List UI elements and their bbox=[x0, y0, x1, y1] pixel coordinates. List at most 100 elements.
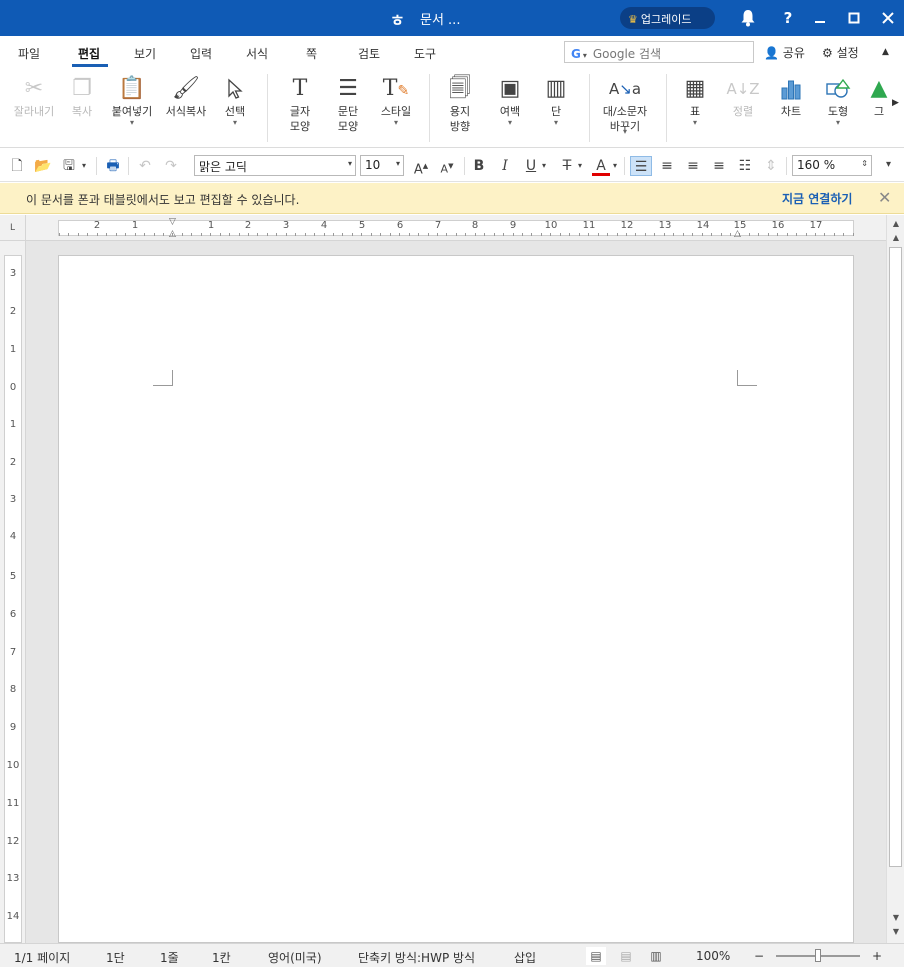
save-dropdown-icon[interactable]: ▾ bbox=[82, 161, 86, 170]
upgrade-button[interactable]: ♛ 업그레이드 bbox=[620, 7, 715, 29]
select-button[interactable]: 선택 ▾ bbox=[214, 74, 256, 127]
zoom-in-button[interactable]: + bbox=[872, 949, 882, 963]
menu-file[interactable]: 파일 bbox=[18, 45, 40, 62]
sort-button[interactable]: A↓Z 정렬 bbox=[724, 74, 762, 119]
right-indent-marker[interactable]: △ bbox=[734, 229, 741, 239]
ruler-label: 13 bbox=[6, 873, 20, 884]
scroll-down-icon[interactable]: ▼ bbox=[887, 913, 904, 922]
scrollbar-thumb[interactable] bbox=[889, 247, 902, 867]
font-name-select[interactable]: 맑은 고딕 ▾ bbox=[194, 155, 356, 176]
strikethrough-dropdown-icon[interactable]: ▾ bbox=[578, 161, 582, 170]
align-right-icon[interactable]: ≡ bbox=[708, 156, 730, 176]
menu-tools[interactable]: 도구 bbox=[414, 45, 436, 62]
align-center-icon[interactable]: ≡ bbox=[682, 156, 704, 176]
close-icon[interactable]: ✕ bbox=[878, 188, 891, 207]
paste-button[interactable]: 📋 붙여넣기 ▾ bbox=[106, 74, 158, 127]
font-size-select[interactable]: 10 ▾ bbox=[360, 155, 404, 176]
menu-insert[interactable]: 입력 bbox=[190, 45, 212, 62]
two-page-view-icon[interactable]: ▥ bbox=[646, 947, 666, 965]
underline-dropdown-icon[interactable]: ▾ bbox=[542, 161, 546, 170]
align-left-icon[interactable]: ≡ bbox=[656, 156, 678, 176]
redo-icon[interactable]: ↷ bbox=[160, 156, 182, 176]
vertical-ruler[interactable]: 3 2 1 0 1 2 3 4 5 6 7 8 9 10 11 12 13 14 bbox=[0, 241, 26, 943]
save-icon[interactable]: 🖫 bbox=[58, 156, 80, 176]
menu-view[interactable]: 보기 bbox=[134, 45, 156, 62]
zoom-level[interactable]: 100% bbox=[696, 949, 730, 963]
settings-button[interactable]: ⚙ 설정 bbox=[822, 44, 859, 61]
new-document-icon[interactable]: 🗋 bbox=[6, 156, 28, 176]
bold-icon[interactable]: B bbox=[468, 156, 490, 176]
share-label: 공유 bbox=[782, 46, 805, 60]
margin-button[interactable]: ▣ 여백 ▾ bbox=[490, 74, 530, 127]
horizontal-ruler[interactable]: 2 1 1 2 3 4 5 6 7 8 9 10 11 12 13 14 15 16 17 ▽ △ △ bbox=[26, 215, 886, 241]
align-justify-icon[interactable]: ☰ bbox=[630, 156, 652, 176]
picture-button[interactable]: ▲ 그 bbox=[870, 74, 888, 119]
char-shape-button[interactable]: T 글자 모양 bbox=[280, 74, 320, 134]
font-color-dropdown-icon[interactable]: ▾ bbox=[613, 161, 617, 170]
collapse-ribbon-icon[interactable]: ▲ bbox=[882, 47, 889, 57]
google-search-input[interactable]: G ▾ Google 검색 bbox=[564, 41, 754, 63]
font-color-icon[interactable]: A bbox=[590, 156, 612, 176]
zoom-select[interactable]: 160 % ⇕ bbox=[792, 155, 872, 176]
scroll-up-icon[interactable]: ▲ bbox=[887, 233, 904, 242]
minimize-icon[interactable] bbox=[808, 6, 832, 30]
shape-button[interactable]: 도형 ▾ bbox=[818, 74, 858, 127]
scroll-to-top-icon[interactable]: ▲ bbox=[887, 219, 904, 228]
columns-button[interactable]: ▥ 단 ▾ bbox=[538, 74, 574, 127]
close-icon[interactable] bbox=[876, 6, 900, 30]
page-indicator[interactable]: 1/1 페이지 bbox=[14, 949, 70, 966]
change-case-button[interactable]: A↘a 대/소문자 바꾸기 ▾ bbox=[596, 74, 654, 136]
ruler-tick bbox=[721, 233, 722, 236]
bell-icon[interactable] bbox=[736, 6, 760, 30]
menu-review[interactable]: 검토 bbox=[358, 45, 380, 62]
para-shape-button[interactable]: ☰ 문단 모양 bbox=[328, 74, 368, 134]
italic-icon[interactable]: I bbox=[494, 156, 516, 176]
orientation-button[interactable]: 🗐 용지 방향 bbox=[440, 74, 480, 134]
ruler-tick bbox=[806, 233, 807, 236]
toolbar-overflow-icon[interactable]: ▾ bbox=[886, 159, 891, 170]
connect-now-link[interactable]: 지금 연결하기 bbox=[782, 190, 852, 207]
web-view-icon[interactable]: ▤ bbox=[616, 947, 636, 965]
char-position-indicator: 1칸 bbox=[212, 951, 231, 965]
zoom-slider-handle[interactable] bbox=[815, 949, 821, 962]
menu-format[interactable]: 서식 bbox=[246, 45, 268, 62]
cut-button[interactable]: ✂ 잘라내기 bbox=[8, 74, 60, 119]
chart-button[interactable]: 차트 bbox=[772, 74, 810, 119]
undo-icon[interactable]: ↶ bbox=[134, 156, 156, 176]
format-copy-button[interactable]: 🖌 서식복사 bbox=[160, 74, 212, 119]
normal-view-icon[interactable]: ▤ bbox=[586, 947, 606, 965]
document-area[interactable] bbox=[26, 241, 886, 943]
ruler-tick bbox=[87, 233, 88, 236]
help-icon[interactable]: ? bbox=[776, 6, 800, 30]
first-line-indent-marker[interactable]: ▽ bbox=[169, 217, 176, 227]
table-icon: ▦ bbox=[684, 76, 706, 101]
menu-edit[interactable]: 편집 bbox=[78, 45, 100, 62]
insert-mode-indicator[interactable]: 삽입 bbox=[514, 949, 536, 966]
open-folder-icon[interactable]: 📂 bbox=[32, 156, 54, 176]
strikethrough-icon[interactable]: T bbox=[556, 156, 578, 176]
share-button[interactable]: 👤 공유 bbox=[764, 44, 805, 61]
copy-button[interactable]: ❐ 복사 bbox=[62, 74, 102, 119]
style-button[interactable]: T✎ 스타일 ▾ bbox=[374, 74, 418, 127]
print-icon[interactable]: 🖶 bbox=[102, 156, 124, 176]
scroll-to-bottom-icon[interactable]: ▼ bbox=[887, 927, 904, 936]
font-shrink-icon[interactable]: A▼ bbox=[436, 156, 458, 176]
menu-page[interactable]: 쪽 bbox=[306, 45, 317, 62]
font-grow-icon[interactable]: A▲ bbox=[410, 156, 432, 177]
maximize-icon[interactable] bbox=[842, 6, 866, 30]
vertical-scrollbar[interactable]: ▲ ▲ ▼ ▼ bbox=[886, 215, 904, 943]
zoom-out-button[interactable]: − bbox=[754, 949, 764, 963]
table-button[interactable]: ▦ 표 ▾ bbox=[676, 74, 714, 127]
shortcut-mode-indicator[interactable]: 단축키 방식:HWP 방식 bbox=[358, 949, 475, 966]
shape-label: 도형 bbox=[827, 105, 849, 118]
left-indent-marker[interactable]: △ bbox=[169, 229, 176, 239]
align-distribute-icon[interactable]: ☷ bbox=[734, 156, 756, 176]
ruler-tick bbox=[78, 233, 79, 236]
ruler-tick bbox=[834, 233, 835, 236]
underline-icon[interactable]: U bbox=[520, 156, 542, 176]
ribbon-scroll-right-icon[interactable]: ▶ bbox=[892, 98, 899, 108]
document-page[interactable] bbox=[58, 255, 854, 943]
line-spacing-icon[interactable]: ⇕ bbox=[760, 156, 782, 176]
language-indicator[interactable]: 영어(미국) bbox=[268, 949, 322, 966]
ruler-corner-tab[interactable]: L bbox=[0, 215, 26, 241]
